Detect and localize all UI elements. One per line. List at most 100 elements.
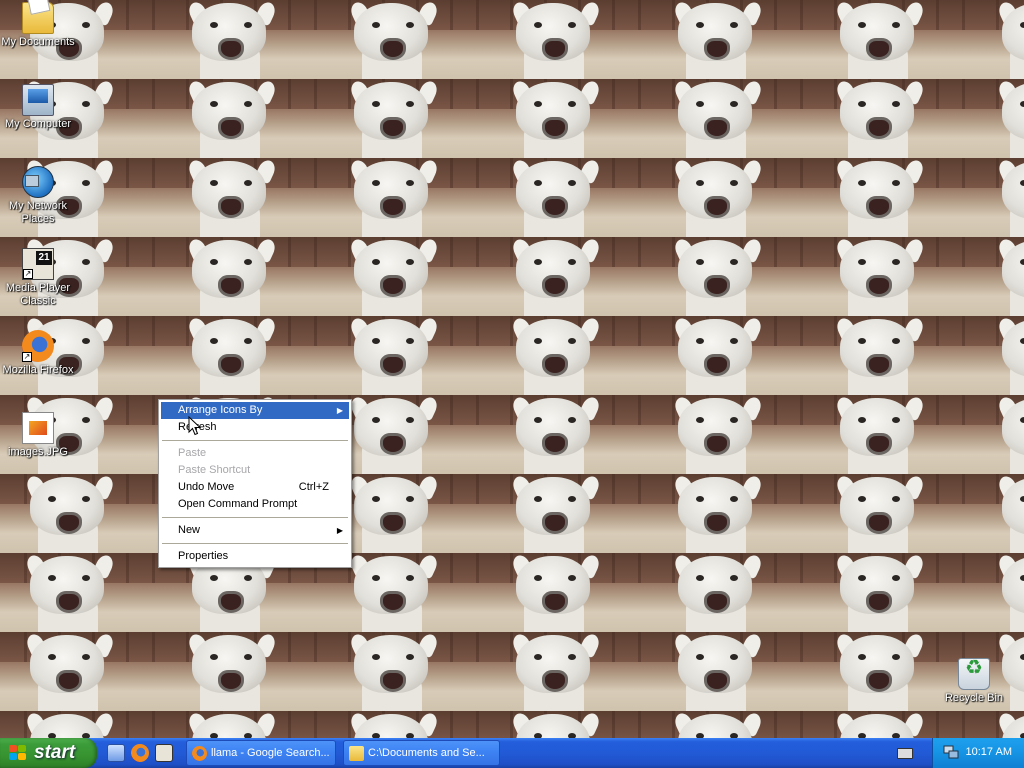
wallpaper-tile xyxy=(314,237,476,316)
desktop-icon-label: images.JPG xyxy=(8,446,68,458)
network-connection-icon[interactable] xyxy=(943,745,959,759)
task-button-label: llama - Google Search... xyxy=(211,747,330,759)
wallpaper-tile xyxy=(0,474,152,553)
desktop-icon-label: Recycle Bin xyxy=(944,692,1004,704)
menu-item-label: Open Command Prompt xyxy=(178,498,298,510)
menu-item-label: New xyxy=(178,524,201,536)
task-button-explorer[interactable]: C:\Documents and Se... xyxy=(343,740,500,766)
wallpaper-tile xyxy=(476,711,638,738)
firefox-icon: ↗ xyxy=(22,330,54,362)
menu-separator xyxy=(162,440,348,441)
wallpaper-tile xyxy=(152,237,314,316)
wallpaper-tile xyxy=(800,474,962,553)
wallpaper-tile xyxy=(476,553,638,632)
menu-separator xyxy=(162,517,348,518)
wallpaper-tile xyxy=(800,237,962,316)
my-documents-icon xyxy=(22,2,54,34)
menu-item-shortcut: Ctrl+Z xyxy=(298,481,329,493)
start-button[interactable]: start xyxy=(0,738,97,768)
task-button-label: C:\Documents and Se... xyxy=(368,747,485,759)
wallpaper-tile xyxy=(314,0,476,79)
menu-item-open-command-prompt[interactable]: Open Command Prompt xyxy=(161,496,349,513)
wallpaper-tile xyxy=(962,79,1024,158)
start-label: start xyxy=(34,742,76,763)
taskbar: start llama - Google Search... C:\Docume… xyxy=(0,738,1024,768)
menu-item-label: Properties xyxy=(178,550,229,562)
wallpaper-tile xyxy=(962,0,1024,79)
system-tray: 10:17 AM xyxy=(932,738,1024,768)
desktop-icon-label: My Documents xyxy=(1,36,75,48)
wallpaper-tile xyxy=(476,237,638,316)
recycle-bin-icon xyxy=(958,658,990,690)
wallpaper-tile xyxy=(476,316,638,395)
wallpaper-tile xyxy=(962,316,1024,395)
task-button-firefox[interactable]: llama - Google Search... xyxy=(186,740,336,766)
wallpaper-tile xyxy=(962,711,1024,738)
wallpaper-tile xyxy=(800,316,962,395)
quicklaunch-media-player-classic-icon[interactable] xyxy=(155,744,173,762)
wallpaper-tile xyxy=(476,0,638,79)
desktop-icon-mozilla-firefox[interactable]: ↗ Mozilla Firefox xyxy=(0,330,76,377)
desktop-icon-label: Media Player Classic xyxy=(5,282,71,307)
windows-logo-icon xyxy=(9,745,27,761)
wallpaper-tile xyxy=(638,158,800,237)
menu-item-label: Arrange Icons By xyxy=(178,404,263,416)
wallpaper-tile xyxy=(962,474,1024,553)
keyboard-language-icon[interactable] xyxy=(897,748,913,759)
wallpaper-tile xyxy=(0,553,152,632)
wallpaper-tile xyxy=(638,316,800,395)
quicklaunch-firefox-icon[interactable] xyxy=(131,744,149,762)
wallpaper-tile xyxy=(152,0,314,79)
wallpaper-tile xyxy=(638,553,800,632)
wallpaper-tile xyxy=(638,711,800,738)
desktop-icon-my-network-places[interactable]: My Network Places xyxy=(0,166,76,226)
show-desktop-icon[interactable] xyxy=(107,744,125,762)
wallpaper-tile xyxy=(800,553,962,632)
wallpaper-tile xyxy=(638,632,800,711)
wallpaper-tile xyxy=(152,316,314,395)
my-computer-icon xyxy=(22,84,54,116)
wallpaper-tile xyxy=(152,158,314,237)
wallpaper-tile xyxy=(638,395,800,474)
menu-item-new[interactable]: New ▶ xyxy=(161,522,349,539)
wallpaper-tile xyxy=(800,158,962,237)
wallpaper-tile xyxy=(962,553,1024,632)
jpg-image-icon xyxy=(22,412,54,444)
wallpaper-tile xyxy=(800,395,962,474)
menu-item-paste[interactable]: Paste xyxy=(161,445,349,462)
wallpaper-tile xyxy=(962,237,1024,316)
desktop-icon-media-player-classic[interactable]: ↗ Media Player Classic xyxy=(0,248,76,308)
wallpaper-tile xyxy=(0,632,152,711)
wallpaper-tile xyxy=(638,237,800,316)
desktop-icon-label: My Computer xyxy=(4,118,72,130)
desktop-icon-my-computer[interactable]: My Computer xyxy=(0,84,76,131)
menu-item-label: Paste Shortcut xyxy=(178,464,251,476)
desktop-icon-label: Mozilla Firefox xyxy=(2,364,74,376)
wallpaper-tile xyxy=(314,711,476,738)
wallpaper-tile xyxy=(476,474,638,553)
menu-item-paste-shortcut[interactable]: Paste Shortcut xyxy=(161,462,349,479)
wallpaper-tile xyxy=(476,395,638,474)
wallpaper-tile xyxy=(0,711,152,738)
menu-item-properties[interactable]: Properties xyxy=(161,548,349,565)
desktop-icon-recycle-bin[interactable]: Recycle Bin xyxy=(936,658,1012,705)
desktop-icon-label: My Network Places xyxy=(8,200,68,225)
desktop-icon-my-documents[interactable]: My Documents xyxy=(0,2,76,49)
shortcut-arrow-icon: ↗ xyxy=(23,269,33,279)
wallpaper-tile xyxy=(314,79,476,158)
menu-item-undo-move[interactable]: Undo Move Ctrl+Z xyxy=(161,479,349,496)
submenu-arrow-icon: ▶ xyxy=(336,406,343,415)
my-network-places-icon xyxy=(22,166,54,198)
wallpaper-tile xyxy=(962,158,1024,237)
desktop[interactable]: My Documents My Computer My Network Plac… xyxy=(0,0,1024,738)
wallpaper-tile xyxy=(314,632,476,711)
wallpaper-tile xyxy=(314,158,476,237)
wallpaper-tile xyxy=(800,0,962,79)
wallpaper-tile xyxy=(800,79,962,158)
wallpaper-tile xyxy=(962,395,1024,474)
mouse-cursor-icon xyxy=(188,416,202,436)
wallpaper-tile xyxy=(152,711,314,738)
desktop-icon-images-jpg[interactable]: images.JPG xyxy=(0,412,76,459)
clock[interactable]: 10:17 AM xyxy=(966,746,1012,758)
wallpaper-tile xyxy=(476,158,638,237)
